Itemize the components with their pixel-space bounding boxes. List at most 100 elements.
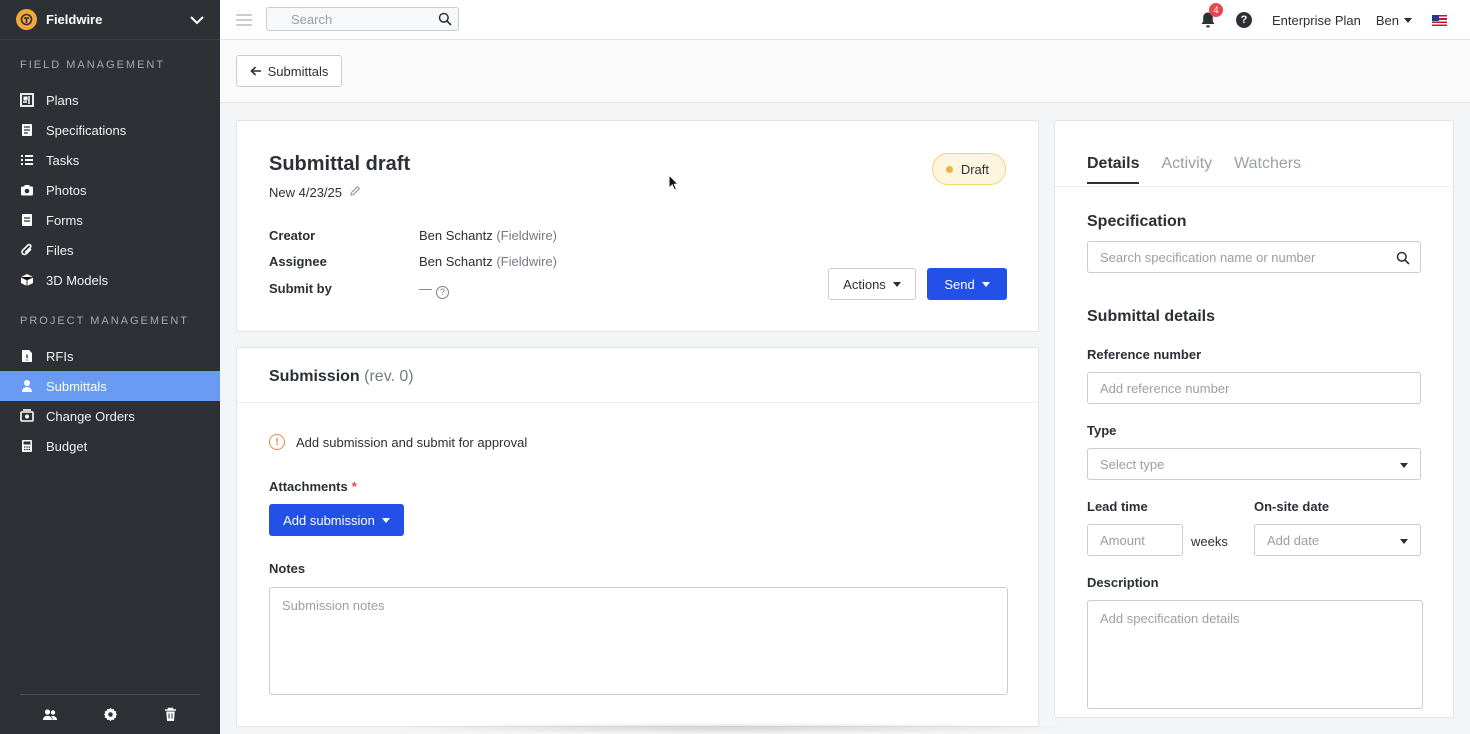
submit-by-value[interactable]: —?: [419, 281, 449, 299]
details-tabs: Details Activity Watchers: [1087, 155, 1301, 184]
caret-down-icon: [381, 517, 390, 523]
sidebar-item-3d-models[interactable]: 3D Models: [0, 265, 220, 295]
details-panel: Details Activity Watchers Specification …: [1054, 120, 1454, 718]
sidebar-item-budget[interactable]: Budget: [0, 431, 220, 461]
back-button-label: Submittals: [267, 63, 329, 79]
search-placeholder: Search: [291, 11, 333, 27]
user-menu[interactable]: Ben: [1376, 13, 1412, 28]
help-icon[interactable]: ?: [1235, 12, 1252, 28]
user-name: Ben: [1375, 12, 1399, 28]
specification-search-input[interactable]: Search specification name or number: [1087, 241, 1421, 273]
sidebar-footer: [20, 694, 200, 734]
arrow-left-icon: [250, 64, 262, 79]
subtitle-text: New 4/23/25: [269, 185, 342, 200]
budget-icon: [19, 439, 34, 454]
lead-time-input[interactable]: Amount: [1087, 524, 1183, 556]
sidebar-item-tasks[interactable]: Tasks: [0, 145, 220, 175]
tab-details[interactable]: Details: [1087, 155, 1140, 184]
sidebar-item-specifications[interactable]: Specifications: [0, 115, 220, 145]
search-icon[interactable]: [1396, 251, 1410, 268]
attachments-label: Attachments *: [269, 479, 357, 494]
sidebar-item-label: Submittals: [46, 378, 107, 394]
tasks-icon: [19, 153, 34, 168]
sidebar-item-label: Files: [46, 242, 74, 258]
notifications-button[interactable]: 4: [1200, 3, 1223, 29]
sidebar-item-change-orders[interactable]: Change Orders: [0, 401, 220, 431]
sidebar-item-label: Tasks: [46, 152, 80, 168]
description-input[interactable]: Add specification details: [1087, 600, 1423, 709]
sidebar-item-label: Change Orders: [46, 408, 135, 424]
page-subheader: Submittals: [220, 40, 1470, 103]
tab-watchers[interactable]: Watchers: [1234, 155, 1301, 184]
tabs-divider: [1055, 186, 1453, 187]
sidebar-item-plans[interactable]: Plans: [0, 85, 220, 115]
submittal-summary-card: Submittal draft New 4/23/25 Draft Creato…: [236, 120, 1039, 332]
section-field-management: FIELD MANAGEMENT: [20, 59, 166, 71]
scroll-shadow: [380, 722, 1080, 734]
submission-warning: ! Add submission and submit for approval: [269, 434, 527, 450]
submit-by-label: Submit by: [269, 281, 332, 296]
send-label: Send: [944, 276, 975, 292]
type-label: Type: [1087, 423, 1117, 438]
sidebar-item-label: Photos: [46, 182, 87, 198]
tab-activity[interactable]: Activity: [1161, 155, 1212, 184]
sidebar-item-submittals[interactable]: Submittals: [0, 371, 220, 401]
sidebar-item-label: 3D Models: [46, 272, 109, 288]
submittal-subtitle: New 4/23/25: [269, 185, 361, 200]
lead-time-label: Lead time: [1087, 499, 1148, 514]
required-marker: *: [351, 479, 357, 494]
us-flag-icon[interactable]: [1432, 14, 1447, 26]
assignee-org: (Fieldwire): [496, 254, 558, 269]
reference-number-input[interactable]: Add reference number: [1087, 372, 1421, 404]
trash-icon[interactable]: [162, 707, 178, 723]
caret-down-icon: [1400, 463, 1408, 468]
submittal-icon: [19, 379, 34, 394]
submission-notes-input[interactable]: Submission notes: [269, 587, 1008, 695]
people-icon[interactable]: [42, 707, 58, 723]
description-placeholder: Add specification details: [1100, 611, 1240, 626]
sidebar-item-files[interactable]: Files: [0, 235, 220, 265]
sidebar-item-label: Plans: [46, 92, 79, 108]
lead-time-placeholder: Amount: [1100, 532, 1145, 548]
question-circle-icon[interactable]: ?: [436, 285, 449, 299]
menu-icon[interactable]: [236, 13, 252, 26]
gear-icon[interactable]: [102, 707, 118, 723]
actions-button[interactable]: Actions: [828, 268, 916, 300]
fieldwire-logo-icon: [16, 9, 37, 30]
sidebar-item-forms[interactable]: Forms: [0, 205, 220, 235]
sidebar-item-photos[interactable]: Photos: [0, 175, 220, 205]
plans-icon: [19, 93, 34, 108]
sidebar-item-rfis[interactable]: RFIs: [0, 341, 220, 371]
reference-number-placeholder: Add reference number: [1100, 380, 1230, 396]
assignee-label: Assignee: [269, 254, 327, 269]
on-site-date-placeholder: Add date: [1267, 532, 1320, 548]
back-to-submittals-button[interactable]: Submittals: [236, 55, 342, 87]
add-submission-button[interactable]: Add submission: [269, 504, 404, 536]
pencil-icon[interactable]: [349, 185, 361, 200]
caret-down-icon: [1400, 539, 1408, 544]
plan-label[interactable]: Enterprise Plan: [1272, 13, 1361, 28]
revision-label: (rev. 0): [364, 368, 414, 385]
specifications-icon: [19, 123, 34, 138]
type-select[interactable]: Select type: [1087, 448, 1421, 480]
assignee-name: Ben Schantz: [419, 254, 493, 269]
creator-name: Ben Schantz: [419, 228, 493, 243]
warning-text: Add submission and submit for approval: [296, 434, 528, 450]
submission-heading: Submission: [269, 368, 360, 385]
search-input[interactable]: Search: [266, 7, 459, 31]
notes-label: Notes: [269, 561, 306, 576]
submission-card: Submission (rev. 0) ! Add submission and…: [236, 347, 1039, 727]
chevron-down-icon[interactable]: [188, 11, 206, 29]
status-dot: [945, 165, 953, 173]
status-label: Draft: [960, 161, 989, 177]
on-site-date-picker[interactable]: Add date: [1254, 524, 1421, 556]
attachments-text: Attachments: [269, 479, 348, 494]
send-button[interactable]: Send: [927, 268, 1007, 300]
assignee-value[interactable]: Ben Schantz (Fieldwire): [419, 254, 557, 269]
sidebar-item-label: Budget: [46, 438, 88, 454]
project-switcher[interactable]: Fieldwire: [0, 0, 220, 40]
creator-org: (Fieldwire): [496, 228, 558, 243]
top-bar: Search 4 ? Enterprise Plan Ben: [220, 0, 1470, 40]
search-icon[interactable]: [438, 12, 452, 29]
caret-down-icon: [981, 281, 990, 287]
